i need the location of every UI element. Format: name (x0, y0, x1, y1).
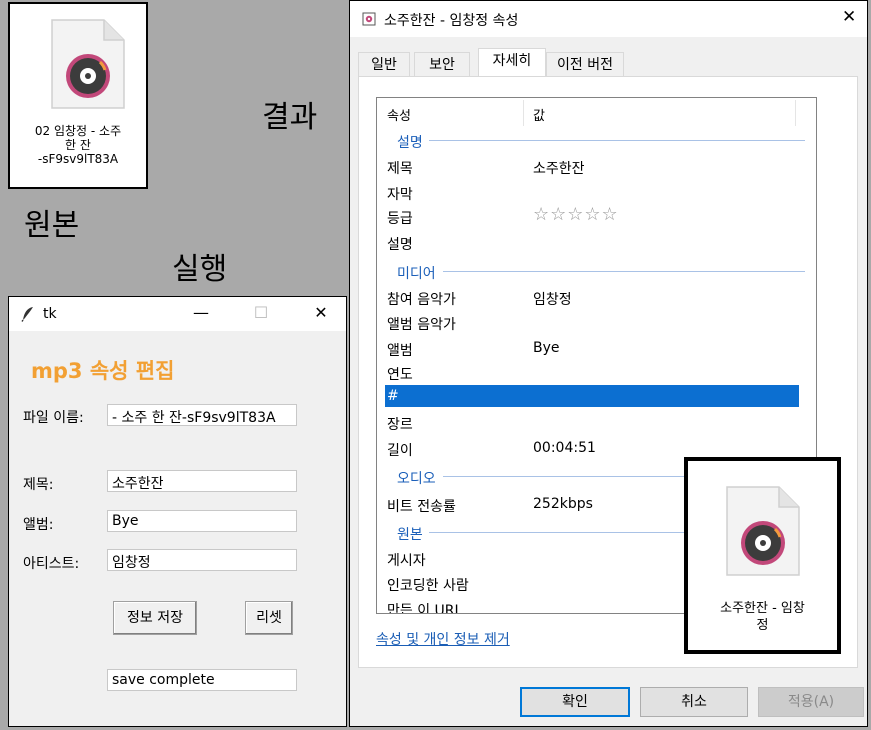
cancel-button[interactable]: 취소 (640, 687, 748, 717)
dialog-close-button[interactable]: ✕ (842, 7, 856, 27)
row-name[interactable]: 자막 (387, 184, 413, 204)
row-name[interactable]: 앨범 음악가 (387, 314, 456, 334)
row-name[interactable]: 연도 (387, 364, 413, 384)
row-value[interactable]: 소주한잔 (533, 158, 585, 178)
original-file-caption: 02 임창정 - 소주 한 잔 -sF9sv9lT83A (10, 124, 146, 166)
group-media[interactable]: 미디어 (397, 263, 436, 283)
caption-line: -sF9sv9lT83A (37, 152, 119, 166)
tab-previous-versions[interactable]: 이전 버전 (546, 52, 624, 77)
row-name[interactable]: 인코딩한 사람 (387, 575, 469, 595)
artist-input[interactable]: 임창정 (107, 549, 297, 571)
row-name[interactable]: 제목 (387, 158, 413, 178)
tab-security[interactable]: 보안 (414, 52, 470, 77)
caption-line: 정 (756, 618, 769, 633)
rating-stars[interactable]: ☆☆☆☆☆ (533, 204, 619, 225)
run-label: 실행 (172, 252, 228, 287)
ok-button[interactable]: 확인 (520, 687, 630, 717)
minimize-button[interactable]: — (189, 303, 213, 322)
tk-heading: mp3 속성 편집 (31, 359, 175, 383)
row-name[interactable]: 만든 이 URL (387, 600, 462, 613)
original-label: 원본 (24, 208, 80, 243)
column-divider[interactable] (523, 100, 524, 126)
filename-label: 파일 이름: (23, 410, 84, 426)
row-name[interactable]: 길이 (387, 440, 413, 460)
caption-line: 소주한잔 - 임창 (720, 601, 805, 616)
feather-icon (21, 307, 33, 322)
dialog-title: 소주한잔 - 임창정 속성 (384, 13, 519, 29)
reset-button[interactable]: 리셋 (245, 601, 293, 635)
row-name[interactable]: 장르 (387, 414, 413, 434)
original-file-tile[interactable]: 02 임창정 - 소주 한 잔 -sF9sv9lT83A (8, 2, 148, 189)
close-button[interactable]: ✕ (309, 303, 333, 322)
apply-button[interactable]: 적용(A) (758, 687, 864, 717)
result-file-caption: 소주한잔 - 임창 정 (688, 600, 837, 634)
remove-properties-link[interactable]: 속성 및 개인 정보 제거 (376, 629, 510, 649)
title-input[interactable]: 소주한잔 (107, 470, 297, 492)
title-label: 제목: (23, 477, 54, 493)
row-name[interactable]: 비트 전송률 (387, 496, 456, 516)
result-file-tile[interactable]: 소주한잔 - 임창 정 (684, 457, 841, 654)
caption-line: 한 잔 (65, 138, 91, 152)
row-value[interactable]: Bye (533, 340, 560, 356)
row-value[interactable]: 임창정 (533, 289, 572, 309)
tk-window: tk — ☐ ✕ mp3 속성 편집 파일 이름: - 소주 한 잔-sF9sv… (8, 296, 347, 727)
row-name[interactable]: 참여 음악가 (387, 289, 456, 309)
row-name[interactable]: 설명 (387, 234, 413, 254)
save-button[interactable]: 정보 저장 (113, 601, 197, 635)
tab-details[interactable]: 자세히 (478, 48, 546, 78)
column-divider[interactable] (795, 100, 796, 126)
dialog-title-bar[interactable]: 소주한잔 - 임창정 속성 ✕ (350, 1, 867, 37)
row-name[interactable]: # (387, 388, 399, 404)
file-icon (362, 12, 376, 26)
music-file-icon (726, 486, 800, 576)
tk-title-bar[interactable]: tk — ☐ ✕ (9, 297, 346, 331)
group-divider (429, 140, 805, 141)
row-name[interactable]: 등급 (387, 208, 413, 228)
music-file-icon (51, 19, 125, 109)
row-name[interactable]: 앨범 (387, 340, 413, 360)
group-audio[interactable]: 오디오 (397, 468, 436, 488)
caption-line: 02 임창정 - 소주 (34, 124, 122, 138)
row-value[interactable]: 252kbps (533, 496, 593, 512)
status-field[interactable]: save complete (107, 669, 297, 691)
artist-label: 아티스트: (23, 556, 80, 572)
tk-title: tk (43, 306, 57, 322)
column-property[interactable]: 속성 (387, 105, 411, 124)
column-value[interactable]: 값 (533, 105, 545, 124)
group-origin[interactable]: 원본 (397, 524, 423, 544)
result-label: 결과 (262, 100, 318, 135)
tab-general[interactable]: 일반 (358, 52, 410, 77)
album-input[interactable]: Bye (107, 510, 297, 532)
album-label: 앨범: (23, 517, 54, 533)
filename-input[interactable]: - 소주 한 잔-sF9sv9lT83A (107, 404, 297, 426)
row-name[interactable]: 게시자 (387, 550, 426, 570)
selected-row[interactable] (385, 385, 799, 407)
row-value[interactable]: 00:04:51 (533, 440, 596, 456)
group-divider (443, 271, 805, 272)
group-description[interactable]: 설명 (397, 132, 423, 152)
maximize-button[interactable]: ☐ (249, 303, 273, 322)
